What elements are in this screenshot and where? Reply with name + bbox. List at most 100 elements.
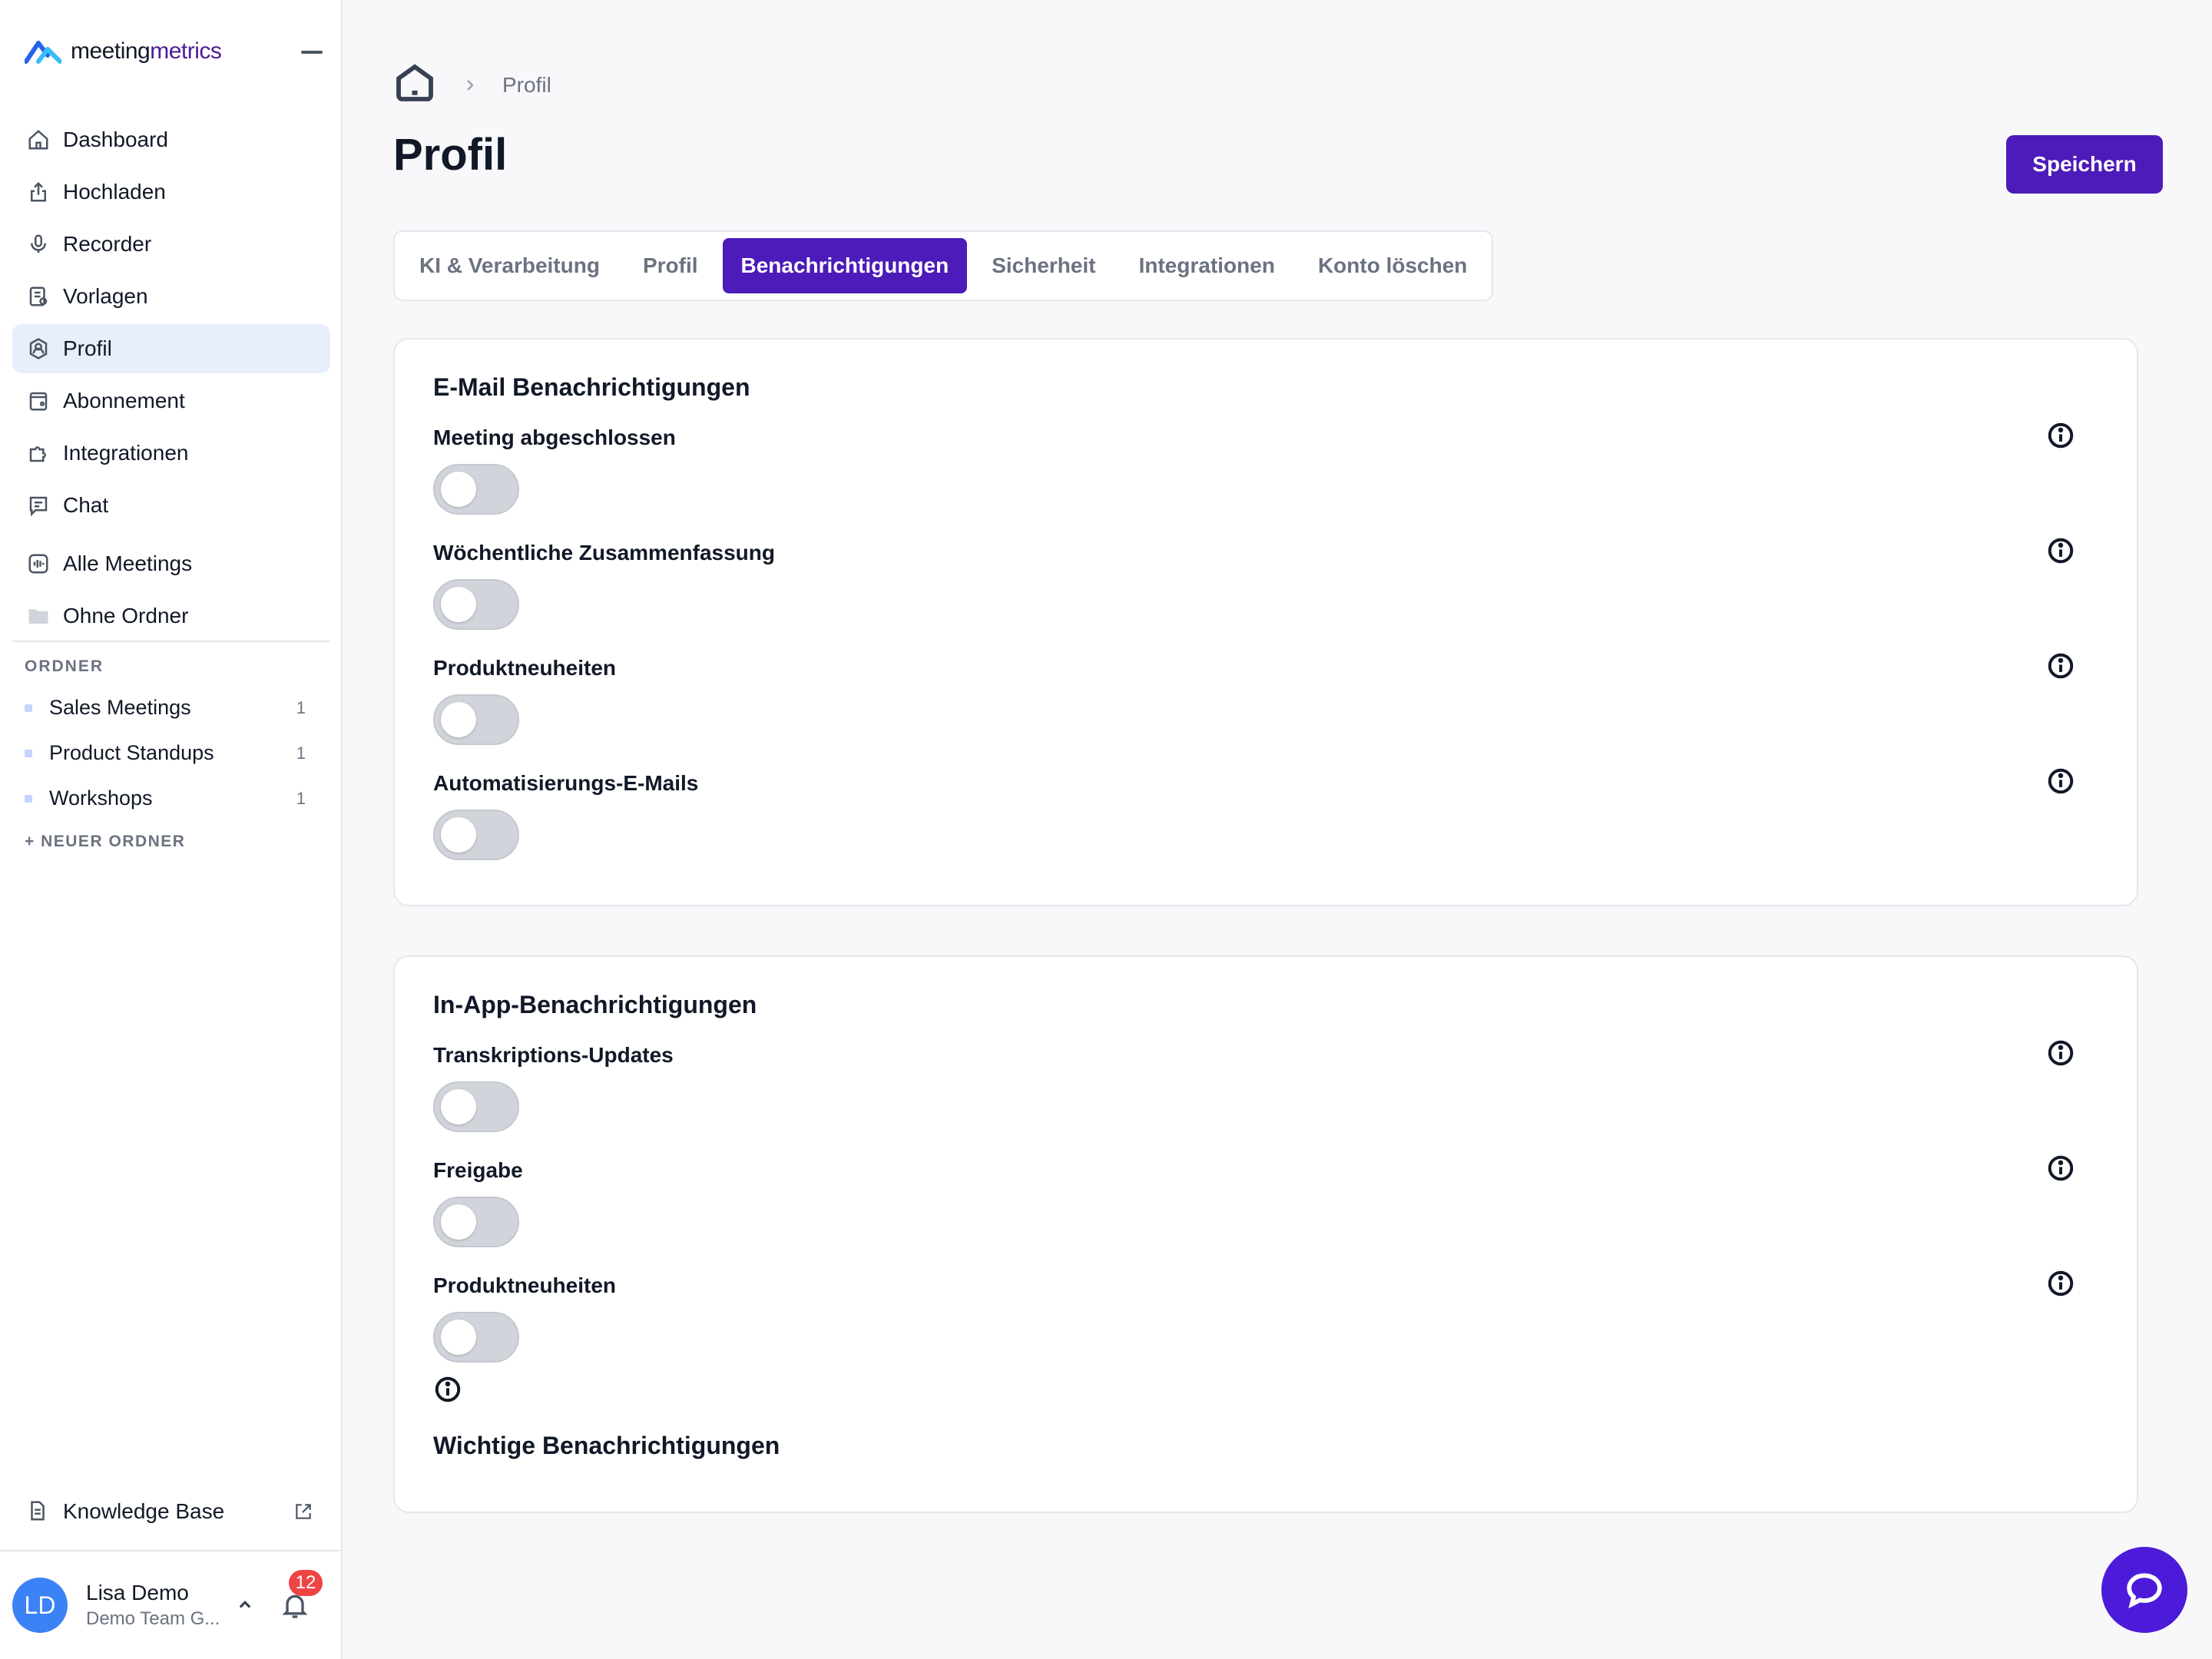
user-info: Lisa Demo Demo Team G...: [86, 1581, 233, 1630]
setting-label: Wöchentliche Zusammenfassung: [433, 541, 775, 565]
profile-gear-icon: [26, 336, 51, 361]
setting-automation-emails: Automatisierungs-E-Mails: [433, 768, 2101, 871]
info-icon[interactable]: [2046, 1154, 2075, 1183]
section-title: E-Mail Benachrichtigungen: [433, 373, 750, 401]
microphone-icon: [26, 232, 51, 257]
breadcrumb: Profil: [393, 61, 551, 108]
folder-count: 1: [296, 697, 306, 717]
inapp-notifications-card: In-App-Benachrichtigungen Transkriptions…: [393, 955, 2138, 1513]
setting-label: Produktneuheiten: [433, 656, 617, 680]
sidebar-item-subscription[interactable]: Abonnement: [12, 376, 330, 426]
sidebar-item-label: Profil: [63, 336, 112, 360]
toggle-switch[interactable]: [433, 464, 519, 515]
folder-dot-icon: [25, 794, 32, 803]
chevron-up-icon[interactable]: [233, 1594, 257, 1617]
toggle-switch[interactable]: [433, 579, 519, 630]
sidebar-item-label: Dashboard: [63, 127, 168, 151]
notifications-button[interactable]: 12: [280, 1570, 323, 1621]
info-icon[interactable]: [2046, 767, 2075, 796]
sidebar-item-all-meetings[interactable]: Alle Meetings: [12, 539, 330, 588]
avatar[interactable]: LD: [12, 1578, 68, 1633]
folder-dot-icon: [25, 704, 32, 712]
folder-name: Sales Meetings: [49, 696, 191, 719]
breadcrumb-current: Profil: [502, 72, 551, 97]
sidebar-item-chat[interactable]: Chat: [12, 481, 330, 530]
sidebar-item-label: Recorder: [63, 232, 152, 256]
setting-product-news: Produktneuheiten: [433, 653, 2101, 756]
chat-bubble-icon: [2127, 1573, 2162, 1609]
info-icon[interactable]: [2046, 1269, 2075, 1298]
setting-label: Produktneuheiten: [433, 1273, 617, 1297]
toggle-switch[interactable]: [433, 810, 519, 860]
toggle-knob: [441, 1089, 476, 1124]
folder-count: 1: [296, 788, 306, 808]
info-icon[interactable]: [2046, 536, 2075, 565]
notification-badge: 12: [289, 1570, 323, 1596]
toggle-knob: [441, 472, 476, 507]
info-icon[interactable]: [2046, 1038, 2075, 1068]
setting-weekly-summary: Wöchentliche Zusammenfassung: [433, 538, 2101, 641]
folder-item[interactable]: Sales Meetings 1: [12, 685, 330, 730]
logo-text: meetingmetrics: [71, 38, 222, 64]
tab-ai-processing[interactable]: KI & Verarbeitung: [401, 238, 618, 293]
sidebar-item-label: Alle Meetings: [63, 551, 193, 575]
toggle-switch[interactable]: [433, 1197, 519, 1247]
page-title: Profil: [393, 130, 508, 180]
sidebar-item-no-folder[interactable]: Ohne Ordner: [12, 591, 330, 641]
chat-support-button[interactable]: [2101, 1547, 2187, 1633]
toggle-switch[interactable]: [433, 1081, 519, 1132]
app-logo[interactable]: meetingmetrics: [25, 38, 222, 65]
sidebar-item-upload[interactable]: Hochladen: [12, 167, 330, 217]
setting-label: Meeting abgeschlossen: [433, 426, 676, 449]
toggle-knob: [441, 817, 476, 853]
toggle-switch[interactable]: [433, 1312, 519, 1363]
sidebar-item-templates[interactable]: Vorlagen: [12, 272, 330, 321]
toggle-knob: [441, 1204, 476, 1240]
info-icon[interactable]: [2046, 421, 2075, 450]
knowledge-base-label: Knowledge Base: [63, 1499, 225, 1523]
sidebar-item-label: Integrationen: [63, 441, 189, 465]
setting-transcription-updates: Transkriptions-Updates: [433, 1040, 2101, 1143]
folder-item[interactable]: Product Standups 1: [12, 730, 330, 776]
tab-integrations[interactable]: Integrationen: [1121, 238, 1293, 293]
sidebar: meetingmetrics Dashboard Hochladen Recor…: [0, 0, 343, 1659]
user-divider: [0, 1550, 343, 1551]
home-icon: [26, 127, 51, 152]
home-icon[interactable]: [393, 61, 436, 108]
sidebar-item-dashboard[interactable]: Dashboard: [12, 115, 330, 164]
user-name: Lisa Demo: [86, 1581, 189, 1604]
info-icon[interactable]: [2046, 651, 2075, 680]
collapse-sidebar-button[interactable]: [301, 51, 323, 54]
chat-icon: [26, 493, 51, 518]
tab-delete-account[interactable]: Konto löschen: [1300, 238, 1485, 293]
puzzle-icon: [26, 441, 51, 465]
sidebar-item-recorder[interactable]: Recorder: [12, 220, 330, 269]
sidebar-item-integrations[interactable]: Integrationen: [12, 429, 330, 478]
wallet-icon: [26, 389, 51, 413]
sidebar-item-profile[interactable]: Profil: [12, 324, 330, 373]
new-folder-button[interactable]: + NEUER ORDNER: [25, 833, 185, 851]
save-button[interactable]: Speichern: [2006, 135, 2163, 194]
toggle-switch[interactable]: [433, 694, 519, 745]
folder-name: Product Standups: [49, 741, 214, 764]
toggle-knob: [441, 702, 476, 737]
info-icon[interactable]: [433, 1375, 462, 1404]
toggle-knob: [441, 1320, 476, 1355]
setting-label: Automatisierungs-E-Mails: [433, 771, 699, 795]
logo-icon: [25, 41, 61, 64]
tab-notifications[interactable]: Benachrichtigungen: [722, 238, 968, 293]
tab-security[interactable]: Sicherheit: [973, 238, 1114, 293]
tab-profile[interactable]: Profil: [624, 238, 717, 293]
document-icon: [26, 1499, 51, 1524]
user-menu[interactable]: LD Lisa Demo Demo Team G... 12: [12, 1570, 330, 1634]
folder-count: 1: [296, 743, 306, 763]
setting-label: Freigabe: [433, 1158, 523, 1182]
toggle-knob: [441, 587, 476, 622]
sidebar-item-label: Ohne Ordner: [63, 604, 189, 628]
setting-meeting-completed: Meeting abgeschlossen: [433, 422, 2101, 525]
folder-list: Sales Meetings 1 Product Standups 1 Work…: [12, 685, 330, 821]
folder-icon: [26, 604, 51, 628]
knowledge-base-link[interactable]: Knowledge Base: [12, 1487, 330, 1536]
setting-sharing: Freigabe: [433, 1155, 2101, 1258]
folder-item[interactable]: Workshops 1: [12, 776, 330, 821]
